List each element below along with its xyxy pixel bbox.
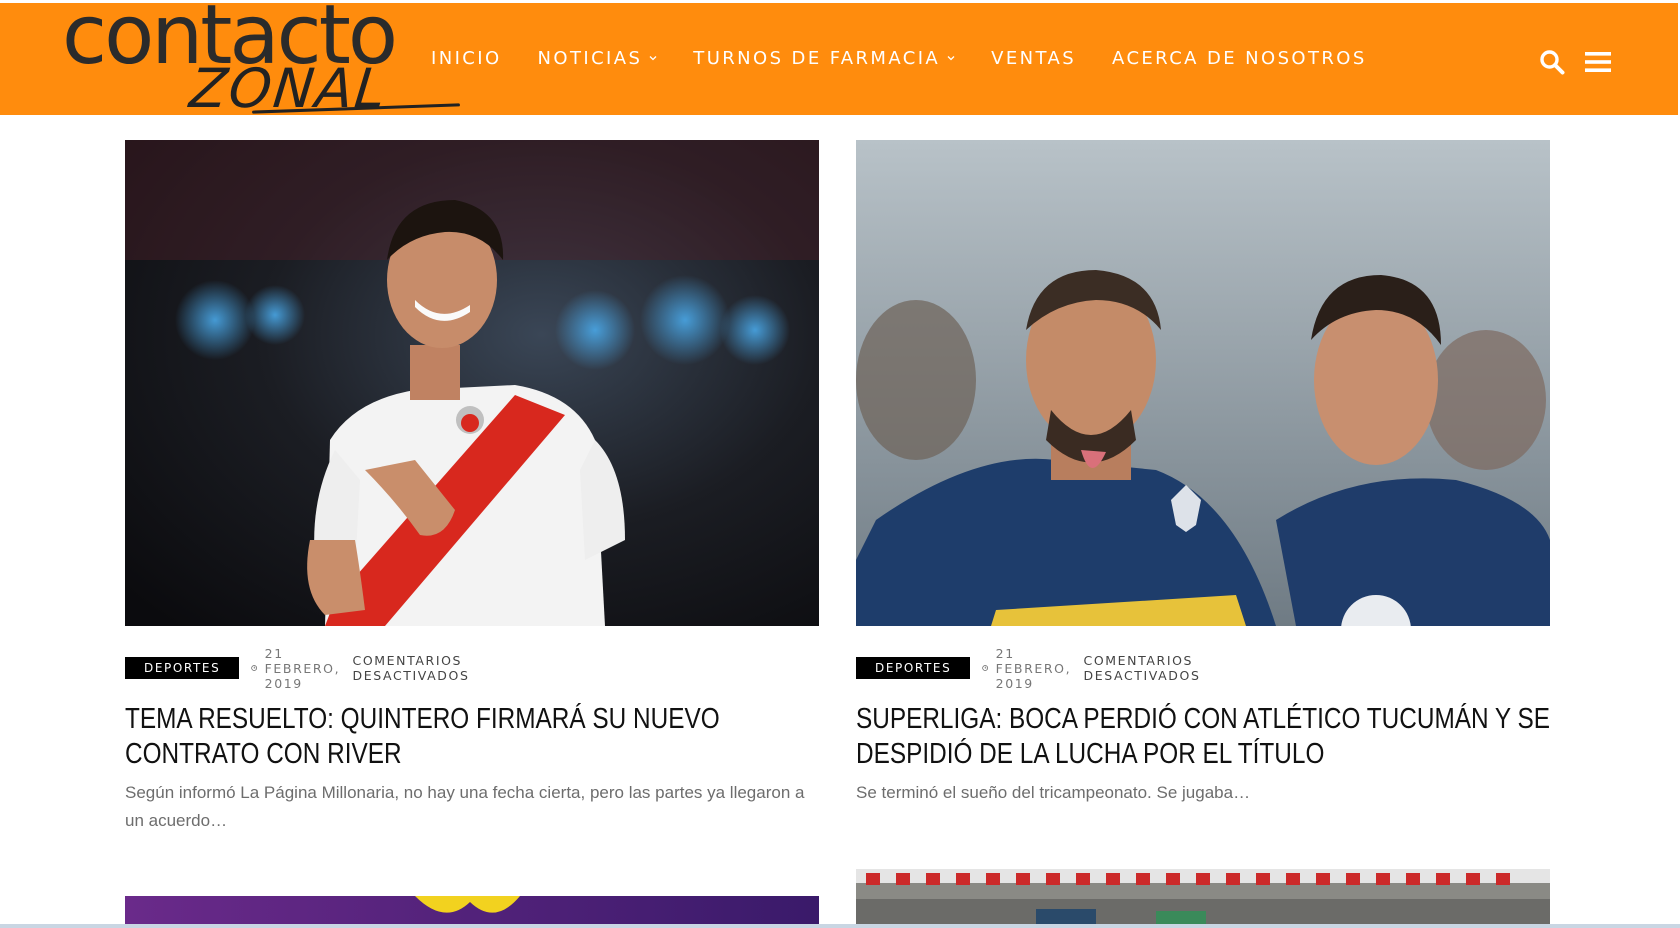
post-meta: DEPORTES 21 FEBRERO, 2019 COMENTARIOS DE… <box>856 646 1206 691</box>
post-title[interactable]: TEMA RESUELTO: QUINTERO FIRMARÁ SU NUEVO… <box>125 702 822 772</box>
comments-status: COMENTARIOS DESACTIVADOS <box>1083 653 1201 683</box>
nav-item-noticias[interactable]: NOTICIAS <box>538 48 658 69</box>
search-icon[interactable] <box>1539 49 1565 75</box>
nav-item-ventas[interactable]: VENTAS <box>991 48 1076 69</box>
site-header: contacto ZONAL INICIO NOTICIAS TURNOS DE… <box>0 0 1678 120</box>
hamburger-menu-icon[interactable] <box>1585 51 1611 73</box>
nav-item-label: TURNOS DE FARMACIA <box>693 47 941 69</box>
clock-icon <box>982 665 989 671</box>
post-meta: DEPORTES 21 FEBRERO, 2019 COMENTARIOS DE… <box>125 646 475 691</box>
category-badge[interactable]: DEPORTES <box>856 657 971 679</box>
players-photo-image <box>856 140 1550 626</box>
category-badge[interactable]: DEPORTES <box>125 657 240 679</box>
post-title[interactable]: SUPERLIGA: BOCA PERDIÓ CON ATLÉTICO TUCU… <box>856 702 1570 772</box>
nav-item-inicio[interactable]: INICIO <box>431 48 502 69</box>
clock-icon <box>251 665 258 671</box>
window-bottom-edge <box>0 924 1680 928</box>
site-logo[interactable]: contacto ZONAL <box>62 0 460 121</box>
nav-item-label: ACERCA DE NOSOTROS <box>1112 47 1367 69</box>
post-image-partial <box>856 869 1550 928</box>
page: contacto ZONAL INICIO NOTICIAS TURNOS DE… <box>0 0 1680 928</box>
post-thumbnail-next-right[interactable] <box>856 869 1550 928</box>
post-excerpt: Se terminó el sueño del tricampeonato. S… <box>856 783 1251 802</box>
post-thumbnail-river[interactable] <box>125 140 819 626</box>
chevron-down-icon <box>947 56 955 61</box>
nav-item-label: VENTAS <box>991 47 1077 69</box>
nav-item-label: NOTICIAS <box>537 47 643 69</box>
player-photo-image <box>125 140 819 626</box>
post-thumbnail-boca[interactable] <box>856 140 1550 626</box>
nav-item-acerca-de-nosotros[interactable]: ACERCA DE NOSOTROS <box>1112 48 1367 69</box>
chevron-down-icon <box>649 56 657 61</box>
comments-status: COMENTARIOS DESACTIVADOS <box>352 653 470 683</box>
post-date: 21 FEBRERO, 2019 <box>264 645 341 691</box>
post-date: 21 FEBRERO, 2019 <box>995 645 1072 691</box>
nav-item-turnos-de-farmacia[interactable]: TURNOS DE FARMACIA <box>693 48 955 69</box>
post-excerpt: Según informó La Página Millonaria, no h… <box>125 783 805 830</box>
main-nav: INICIO NOTICIAS TURNOS DE FARMACIA VENTA… <box>431 43 1403 73</box>
nav-item-label: INICIO <box>431 47 502 69</box>
